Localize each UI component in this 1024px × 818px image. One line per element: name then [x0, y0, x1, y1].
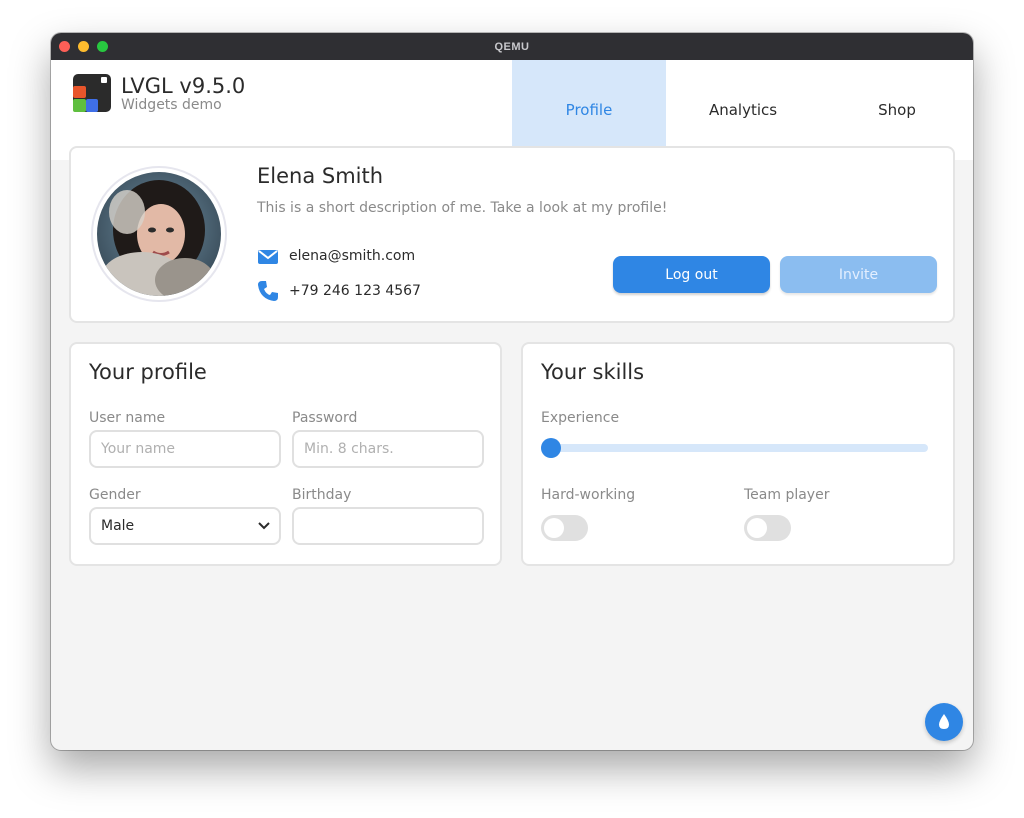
birthday-input[interactable] — [292, 507, 484, 545]
window-title: QEMU — [494, 40, 530, 53]
password-input[interactable]: Min. 8 chars. — [292, 430, 484, 468]
profile-name: Elena Smith — [257, 164, 384, 188]
profile-card: Elena Smith This is a short description … — [69, 146, 955, 323]
hardworking-switch[interactable] — [541, 515, 588, 541]
envelope-icon — [258, 250, 278, 264]
tab-profile[interactable]: Profile — [512, 60, 666, 160]
birthday-label: Birthday — [292, 487, 352, 503]
minimize-window-button[interactable] — [78, 41, 89, 52]
gender-label: Gender — [89, 487, 141, 503]
gender-select[interactable]: Male — [89, 507, 281, 545]
hardworking-label: Hard-working — [541, 487, 636, 503]
password-label: Password — [292, 410, 358, 426]
teamplayer-switch[interactable] — [744, 515, 791, 541]
switch-knob — [544, 518, 564, 538]
lvgl-logo-icon — [73, 74, 111, 112]
app-window: QEMU LVGL v9.5.0 Widgets demo Profile An… — [51, 33, 973, 750]
window-controls — [59, 41, 108, 52]
invite-button[interactable]: Invite — [780, 256, 937, 293]
experience-label: Experience — [541, 410, 620, 426]
switch-knob — [747, 518, 767, 538]
profile-description: This is a short description of me. Take … — [257, 200, 668, 216]
maximize-window-button[interactable] — [97, 41, 108, 52]
phone-icon — [258, 281, 278, 301]
username-label: User name — [89, 410, 166, 426]
avatar-image — [97, 172, 221, 296]
your-skills-title: Your skills — [541, 360, 645, 384]
username-input[interactable]: Your name — [89, 430, 281, 468]
profile-phone: +79 246 123 4567 — [289, 283, 421, 299]
profile-email: elena@smith.com — [289, 248, 416, 264]
experience-slider-knob[interactable] — [541, 438, 561, 458]
app-subtitle: Widgets demo — [121, 97, 222, 113]
your-profile-card: Your profile User name Your name Passwor… — [69, 342, 502, 566]
chevron-down-icon — [258, 522, 270, 530]
your-profile-title: Your profile — [89, 360, 207, 384]
water-drop-icon — [939, 714, 949, 729]
close-window-button[interactable] — [59, 41, 70, 52]
experience-slider[interactable] — [541, 444, 928, 452]
window-titlebar[interactable]: QEMU — [51, 33, 973, 60]
avatar — [91, 166, 227, 302]
tab-analytics[interactable]: Analytics — [666, 60, 820, 160]
your-skills-card: Your skills Experience Hard-working Team… — [521, 342, 955, 566]
tab-shop[interactable]: Shop — [820, 60, 973, 160]
gender-value: Male — [101, 518, 135, 534]
theme-color-button[interactable] — [925, 703, 963, 741]
teamplayer-label: Team player — [744, 487, 830, 503]
logout-button[interactable]: Log out — [613, 256, 770, 293]
app-title: LVGL v9.5.0 — [121, 74, 246, 98]
app-header: LVGL v9.5.0 Widgets demo Profile Analyti… — [51, 60, 973, 160]
